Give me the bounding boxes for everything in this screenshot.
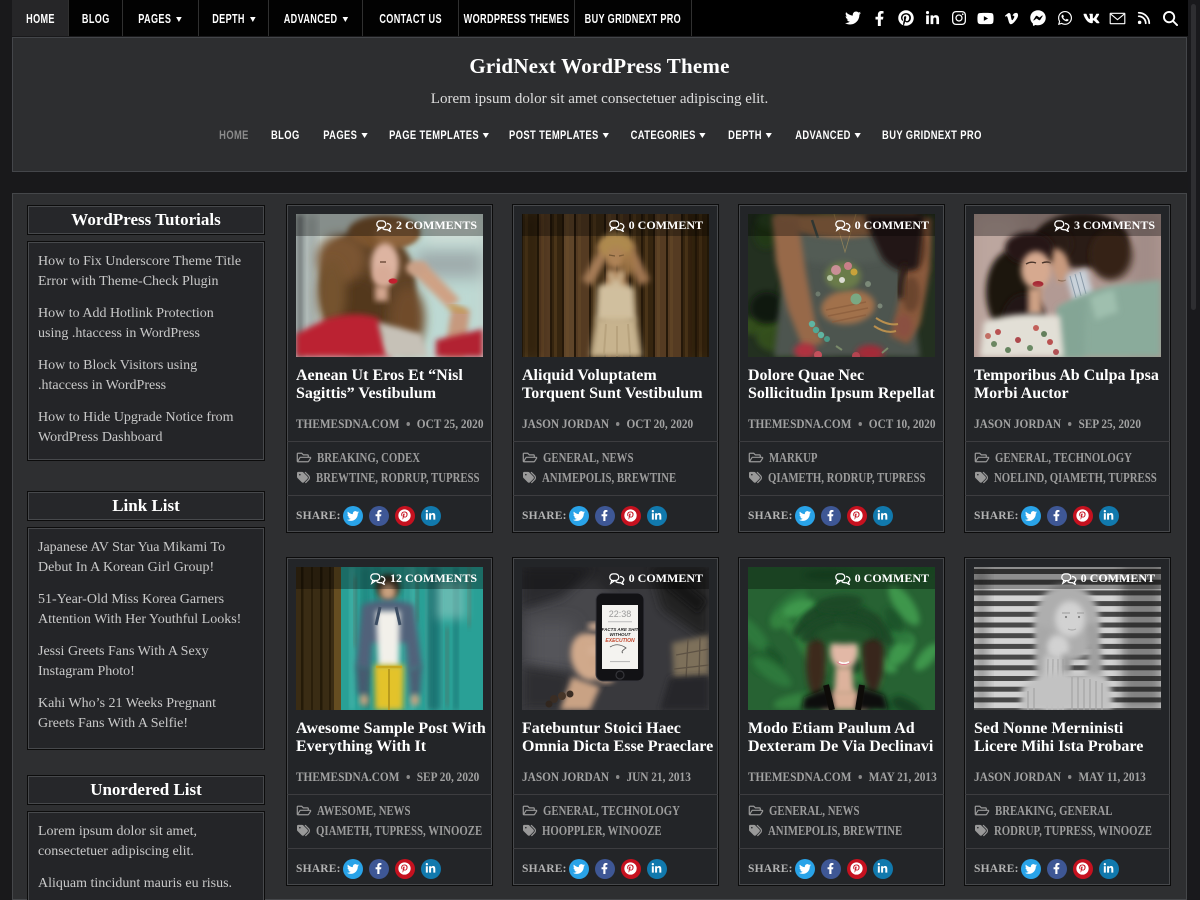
svg-text:WITHOUT: WITHOUT xyxy=(610,632,632,637)
svg-text:22:38: 22:38 xyxy=(609,609,632,619)
svg-text:EXECUTION: EXECUTION xyxy=(605,638,635,644)
